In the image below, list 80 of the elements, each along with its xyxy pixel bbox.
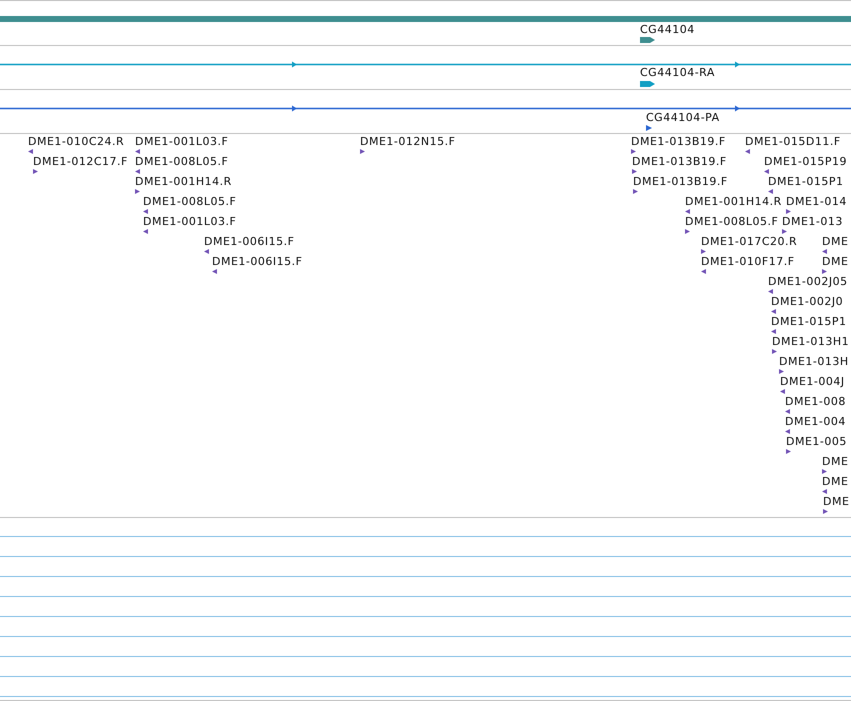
feature-label: CG44104 (640, 23, 695, 36)
left-triangle-icon[interactable] (768, 289, 773, 294)
clone-label: DME1-013H1 (772, 335, 850, 348)
clone-label: DME1-008L05.F (685, 215, 778, 228)
clone-label: DME1-013 (782, 215, 843, 228)
clone-label: DME1-008L05.F (143, 195, 236, 208)
clone-label: DME1-008 (785, 395, 846, 408)
clone-label: DME1-013B19.F (633, 175, 728, 188)
right-triangle-icon[interactable] (685, 229, 690, 234)
clone-label: DME1-008L05.F (135, 155, 228, 168)
right-triangle-icon[interactable] (633, 189, 638, 194)
left-triangle-icon[interactable] (204, 249, 209, 254)
left-triangle-icon[interactable] (764, 169, 769, 174)
clone-label: DME1-013B19.F (631, 135, 726, 148)
clone-label: DME1-015D11.F (745, 135, 841, 148)
right-arrow-block-icon[interactable] (640, 37, 655, 43)
right-triangle-icon[interactable] (779, 369, 784, 374)
clone-label: DME1-006I15.F (212, 255, 302, 268)
clone-label: DME1-015P1 (771, 315, 847, 328)
clone-label: DME1-001H14.R (135, 175, 232, 188)
clone-label: DME1-010F17.F (701, 255, 795, 268)
left-triangle-icon[interactable] (745, 149, 750, 154)
clone-label: DME (822, 255, 848, 268)
left-triangle-icon[interactable] (685, 209, 690, 214)
left-triangle-icon[interactable] (785, 429, 790, 434)
clone-label: DME1-002J0 (771, 295, 844, 308)
clone-label: DME1-012N15.F (360, 135, 456, 148)
clone-label: DME1-001L03.F (143, 215, 236, 228)
clone-label: DME (822, 235, 848, 248)
clone-label: DME (823, 495, 850, 508)
left-triangle-icon[interactable] (771, 329, 776, 334)
clone-label: DME1-006I15.F (204, 235, 294, 248)
feature-label: CG44104-RA (640, 66, 715, 79)
right-triangle-icon[interactable] (786, 449, 791, 454)
right-triangle-icon[interactable] (632, 169, 637, 174)
left-triangle-icon[interactable] (768, 189, 773, 194)
right-triangle-icon[interactable] (646, 125, 652, 131)
right-triangle-icon[interactable] (782, 229, 787, 234)
clone-label: DME1-001L03.F (135, 135, 228, 148)
clone-label: DME (822, 455, 848, 468)
right-triangle-icon[interactable] (823, 509, 828, 514)
clone-label: DME1-012C17.F (33, 155, 128, 168)
right-triangle-icon[interactable] (772, 349, 777, 354)
right-triangle-icon[interactable] (360, 149, 365, 154)
right-triangle-icon[interactable] (822, 269, 827, 274)
left-triangle-icon[interactable] (822, 249, 827, 254)
feature-label: CG44104-PA (646, 111, 720, 124)
right-triangle-icon[interactable] (822, 469, 827, 474)
left-triangle-icon[interactable] (135, 169, 140, 174)
left-triangle-icon[interactable] (143, 229, 148, 234)
clone-label: DME (822, 475, 848, 488)
right-arrow-block-icon[interactable] (640, 81, 655, 87)
clone-label: DME1-004J (780, 375, 845, 388)
left-triangle-icon[interactable] (822, 489, 827, 494)
feature-line[interactable] (0, 61, 851, 68)
clone-label: DME1-010C24.R (28, 135, 124, 148)
clone-label: DME1-014 (786, 195, 847, 208)
feature-line[interactable] (0, 105, 851, 112)
left-triangle-icon[interactable] (701, 269, 706, 274)
clone-label: DME1-001H14.R (685, 195, 782, 208)
clone-label: DME1-002J05 (768, 275, 848, 288)
left-triangle-icon[interactable] (771, 309, 776, 314)
clone-label: DME1-004 (785, 415, 846, 428)
clone-label: DME1-005 (786, 435, 847, 448)
right-triangle-icon[interactable] (701, 249, 706, 254)
clone-label: DME1-013B19.F (632, 155, 727, 168)
clone-label: DME1-017C20.R (701, 235, 798, 248)
clone-label: DME1-015P19 (764, 155, 848, 168)
clone-label: DME1-015P1 (768, 175, 844, 188)
right-triangle-icon[interactable] (786, 209, 791, 214)
left-triangle-icon[interactable] (780, 389, 785, 394)
left-triangle-icon[interactable] (28, 149, 33, 154)
right-triangle-icon[interactable] (135, 189, 140, 194)
left-triangle-icon[interactable] (785, 409, 790, 414)
left-triangle-icon[interactable] (143, 209, 148, 214)
left-triangle-icon[interactable] (212, 269, 217, 274)
clone-label: DME1-013H (779, 355, 849, 368)
right-triangle-icon[interactable] (33, 169, 38, 174)
right-triangle-icon[interactable] (631, 149, 636, 154)
left-triangle-icon[interactable] (135, 149, 140, 154)
